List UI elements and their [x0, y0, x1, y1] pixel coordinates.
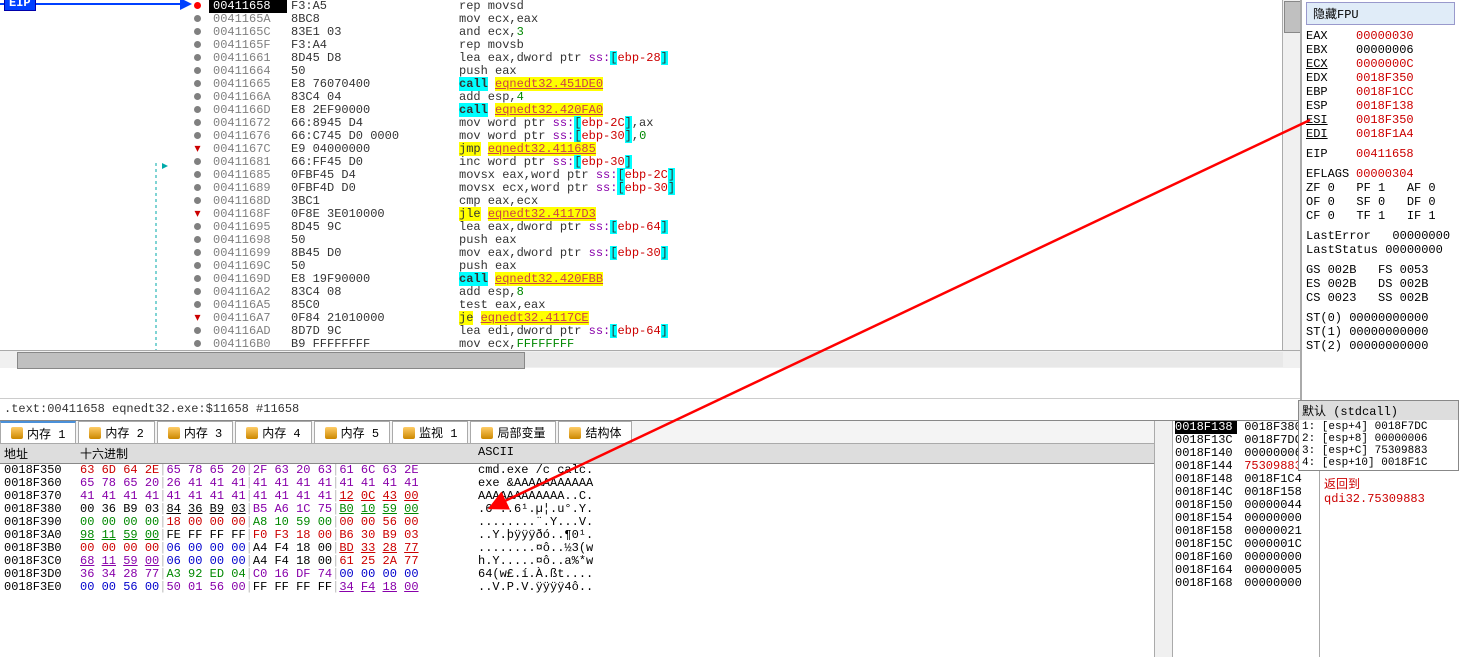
hex-col-ascii: ASCII [474, 445, 518, 462]
breakpoint-dot[interactable] [194, 28, 201, 35]
memory-icon [403, 427, 415, 439]
registers-pane[interactable]: 隐藏FPU EAX00000030EBX00000006ECX0000000CE… [1301, 0, 1459, 420]
call-conv-header[interactable]: 默认 (stdcall) [1299, 401, 1458, 420]
memory-icon [481, 427, 493, 439]
tab-结构体[interactable]: 结构体 [558, 421, 632, 443]
tab-内存 5[interactable]: 内存 5 [314, 421, 390, 443]
memory-icon [168, 427, 180, 439]
memory-icon [569, 427, 581, 439]
disasm-row[interactable]: 0041165FF3:A4rep movsb [186, 39, 1300, 52]
instruction: mov ecx,FFFFFFFF [455, 338, 783, 350]
disasm-row[interactable]: 004116998B45 D0mov eax,dword ptr ss:[ebp… [186, 247, 1300, 260]
tab-内存 3[interactable]: 内存 3 [157, 421, 233, 443]
breakpoint-dot[interactable] [194, 132, 201, 139]
disasm-row[interactable]: 0041165A8BC8mov ecx,eax [186, 13, 1300, 26]
memory-tabs[interactable]: 内存 1内存 2内存 3内存 4内存 5监视 1局部变量结构体 [0, 421, 1154, 444]
hex-row[interactable]: 0018F3E000 00 56 00|50 01 56 00|FF FF FF… [0, 581, 1154, 594]
return-to-text: 返回到 qdi32.75309883 [1324, 475, 1455, 506]
breakpoint-dot[interactable] [194, 301, 201, 308]
breakpoint-dot[interactable] [194, 288, 201, 295]
eip-marker: EIP [4, 0, 36, 11]
hex-col-addr: 地址 [0, 445, 76, 462]
hex-dump[interactable]: 0018F35063 6D 64 2E|65 78 65 20|2F 63 20… [0, 464, 1154, 657]
disasm-vscrollbar[interactable] [1282, 0, 1300, 350]
memory-icon [246, 427, 258, 439]
hex-col-hex: 十六进制 [76, 445, 474, 462]
register-eax[interactable]: EAX00000030 [1306, 29, 1455, 43]
breakpoint-dot[interactable] [194, 106, 201, 113]
breakpoint-dot[interactable] [194, 67, 201, 74]
bytes: 8D45 D8 [287, 52, 455, 65]
disasm-row[interactable]: 004116A283C4 08add esp,8 [186, 286, 1300, 299]
breakpoint-dot[interactable] [194, 80, 201, 87]
bytes: B9 FFFFFFFF [287, 338, 455, 350]
breakpoint-dot[interactable] [194, 184, 201, 191]
breakpoint-dot[interactable] [194, 275, 201, 282]
bytes: 8B45 D0 [287, 247, 455, 260]
breakpoint-dot[interactable] [194, 249, 201, 256]
breakpoint-dot[interactable] [194, 262, 201, 269]
memory-icon [11, 427, 23, 439]
breakpoint-dot[interactable] [194, 171, 201, 178]
memory-panel[interactable]: 内存 1内存 2内存 3内存 4内存 5监视 1局部变量结构体 地址 十六进制 … [0, 421, 1154, 657]
breakpoint-dot[interactable] [194, 54, 201, 61]
disasm-row[interactable]: 004116890FBF4D D0movsx ecx,word ptr ss:[… [186, 182, 1300, 195]
stack-row[interactable]: 0018F168 00000000 [1173, 577, 1319, 590]
memory-icon [89, 427, 101, 439]
register-edx[interactable]: EDX0018F350 [1306, 71, 1455, 85]
breakpoint-dot[interactable] [194, 41, 201, 48]
register-edi[interactable]: EDI0018F1A4 [1306, 127, 1455, 141]
breakpoint-dot[interactable] [194, 223, 201, 230]
tab-局部变量[interactable]: 局部变量 [470, 421, 556, 443]
breakpoint-dot[interactable] [194, 15, 201, 22]
breakpoint-dot[interactable] [194, 158, 201, 165]
register-ebp[interactable]: EBP0018F1CC [1306, 85, 1455, 99]
disasm-hscrollbar[interactable] [0, 350, 1300, 368]
disasm-row[interactable]: 0041169DE8 19F90000call eqnedt32.420FBB [186, 273, 1300, 286]
register-ebx[interactable]: EBX00000006 [1306, 43, 1455, 57]
memory-icon [325, 427, 337, 439]
breakpoint-dot[interactable] [194, 340, 201, 347]
register-esi[interactable]: ESI0018F350 [1306, 113, 1455, 127]
breakpoint-dot[interactable] [194, 327, 201, 334]
disassembly-pane[interactable]: EIP 00411658F3:A5rep movsd0041165A8BC8mo… [0, 0, 1301, 420]
disasm-row[interactable]: 004116618D45 D8lea eax,dword ptr ss:[ebp… [186, 52, 1300, 65]
disasm-row[interactable]: 00411665E8 76070400call eqnedt32.451DE0 [186, 78, 1300, 91]
disasm-row[interactable]: 004116958D45 9Clea eax,dword ptr ss:[ebp… [186, 221, 1300, 234]
status-line: .text:00411658 eqnedt32.exe:$11658 #1165… [0, 398, 1300, 420]
disasm-row[interactable]: ▾004116A70F84 21010000je eqnedt32.4117CE [186, 312, 1300, 325]
hide-fpu-button[interactable]: 隐藏FPU [1306, 2, 1455, 25]
disasm-row[interactable]: 00411658F3:A5rep movsd [186, 0, 1300, 13]
disasm-row[interactable]: 0041169850push eax [186, 234, 1300, 247]
tab-内存 1[interactable]: 内存 1 [0, 421, 76, 443]
disasm-row[interactable]: 0041165C83E1 03and ecx,3 [186, 26, 1300, 39]
tab-监视 1[interactable]: 监视 1 [392, 421, 468, 443]
tab-内存 2[interactable]: 内存 2 [78, 421, 154, 443]
address: 004116B0 [209, 338, 287, 350]
stack-pane[interactable]: 0018F138 0018F3800018F13C 0018F7DC0018F1… [1172, 421, 1319, 657]
mem-vscrollbar[interactable] [1154, 421, 1172, 657]
register-esp[interactable]: ESP0018F138 [1306, 99, 1455, 113]
tab-内存 4[interactable]: 内存 4 [235, 421, 311, 443]
bytes: 8D45 9C [287, 221, 455, 234]
breakpoint-dot[interactable] [194, 93, 201, 100]
breakpoint-dot[interactable] [194, 236, 201, 243]
register-ecx[interactable]: ECX0000000C [1306, 57, 1455, 71]
breakpoint-dot[interactable] [194, 2, 201, 9]
disasm-row[interactable]: ▾0041168F0F8E 3E010000jle eqnedt32.4117D… [186, 208, 1300, 221]
breakpoint-dot[interactable] [194, 119, 201, 126]
disasm-row[interactable]: 004116B0B9 FFFFFFFFmov ecx,FFFFFFFF [186, 338, 1300, 350]
breakpoint-dot[interactable] [194, 197, 201, 204]
